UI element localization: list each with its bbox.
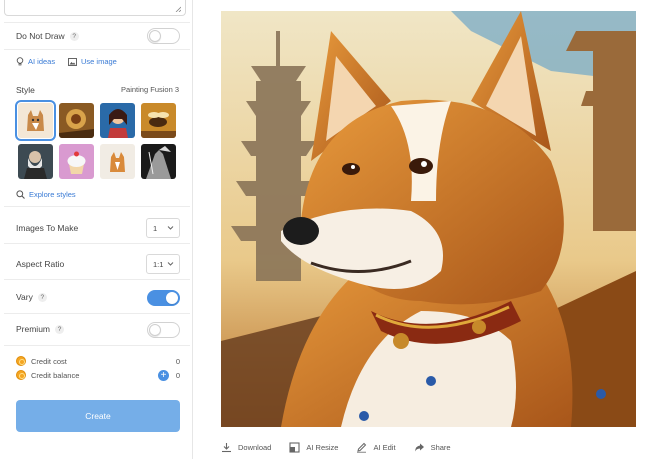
resize-icon (289, 441, 300, 453)
explore-styles-label: Explore styles (29, 190, 76, 199)
credit-cost-label: Credit cost (31, 357, 67, 366)
share-icon (414, 443, 424, 451)
search-icon (16, 190, 25, 199)
toggle-knob (149, 324, 161, 336)
aspect-ratio-select[interactable]: 1:1 (146, 254, 180, 274)
use-image-link[interactable]: Use image (68, 57, 117, 66)
style-thumb-4[interactable] (141, 103, 176, 138)
premium-toggle[interactable] (147, 322, 180, 338)
divider (4, 22, 190, 23)
premium-label: Premium (16, 324, 51, 334)
style-thumb-7[interactable] (100, 144, 135, 179)
pencil-icon (357, 442, 367, 453)
download-icon (222, 442, 231, 452)
vary-help-icon[interactable]: ? (37, 293, 47, 302)
divider (4, 243, 190, 244)
ai-ideas-link[interactable]: AI ideas (16, 57, 55, 66)
create-button[interactable]: Create (16, 400, 180, 432)
chevron-down-icon (167, 226, 174, 230)
images-to-make-label: Images To Make (16, 223, 79, 233)
aspect-ratio-value: 1:1 (153, 260, 164, 269)
images-to-make-select[interactable]: 1 (146, 218, 180, 238)
aspect-ratio-label: Aspect Ratio (16, 259, 65, 269)
toggle-knob (166, 292, 178, 304)
vary-row: Vary? (16, 292, 47, 302)
settings-sidebar: Do Not Draw? AI ideas Use image Style Pa… (0, 0, 193, 459)
download-label: Download (238, 442, 272, 452)
do-not-draw-label: Do Not Draw (16, 31, 65, 41)
ai-ideas-label: AI ideas (28, 57, 56, 66)
vary-label: Vary (16, 292, 33, 302)
prompt-textarea[interactable] (4, 0, 186, 16)
coin-icon (16, 356, 26, 366)
do-not-draw-row: Do Not Draw? (16, 31, 79, 41)
ai-edit-label: AI Edit (373, 442, 396, 452)
credit-balance-value: 0 (175, 371, 180, 380)
do-not-draw-help-icon[interactable]: ? (69, 32, 79, 41)
chevron-down-icon (167, 262, 174, 266)
lightbulb-icon (16, 57, 24, 66)
style-thumb-2[interactable] (59, 103, 94, 138)
ai-resize-button[interactable]: AI Resize (289, 441, 339, 453)
do-not-draw-toggle[interactable] (147, 28, 180, 44)
divider (4, 49, 190, 50)
credit-balance-label: Credit balance (31, 371, 80, 380)
images-to-make-value: 1 (153, 224, 158, 233)
style-thumb-3[interactable] (100, 103, 135, 138)
ai-resize-label: AI Resize (306, 442, 339, 452)
ai-edit-button[interactable]: AI Edit (356, 442, 396, 453)
image-actions-bar: Download AI Resize AI Edit Share (221, 440, 469, 454)
premium-row: Premium? (16, 324, 65, 334)
style-thumb-1[interactable] (15, 100, 56, 141)
generated-image[interactable] (221, 11, 636, 427)
style-thumb-8[interactable] (141, 144, 176, 179)
style-title: Style (16, 85, 35, 95)
use-image-label: Use image (81, 57, 117, 66)
selected-style-name: Painting Fusion 3 (121, 85, 179, 94)
credit-cost-value: 0 (175, 357, 180, 366)
coin-icon (16, 370, 26, 380)
premium-help-icon[interactable]: ? (55, 325, 65, 334)
share-button[interactable]: Share (414, 442, 451, 453)
download-button[interactable]: Download (221, 442, 271, 453)
add-credits-icon[interactable]: + (158, 370, 169, 381)
corgi-artwork (221, 11, 636, 427)
style-thumb-5[interactable] (18, 144, 53, 179)
divider (4, 279, 190, 280)
explore-styles-link[interactable]: Explore styles (16, 190, 76, 199)
image-icon (68, 57, 77, 66)
style-thumb-6[interactable] (59, 144, 94, 179)
divider (4, 345, 190, 346)
toggle-knob (149, 30, 161, 42)
vary-toggle[interactable] (147, 290, 180, 306)
share-label: Share (430, 442, 451, 452)
divider (4, 313, 190, 314)
divider (4, 206, 190, 207)
resize-grip-icon[interactable] (175, 6, 181, 12)
